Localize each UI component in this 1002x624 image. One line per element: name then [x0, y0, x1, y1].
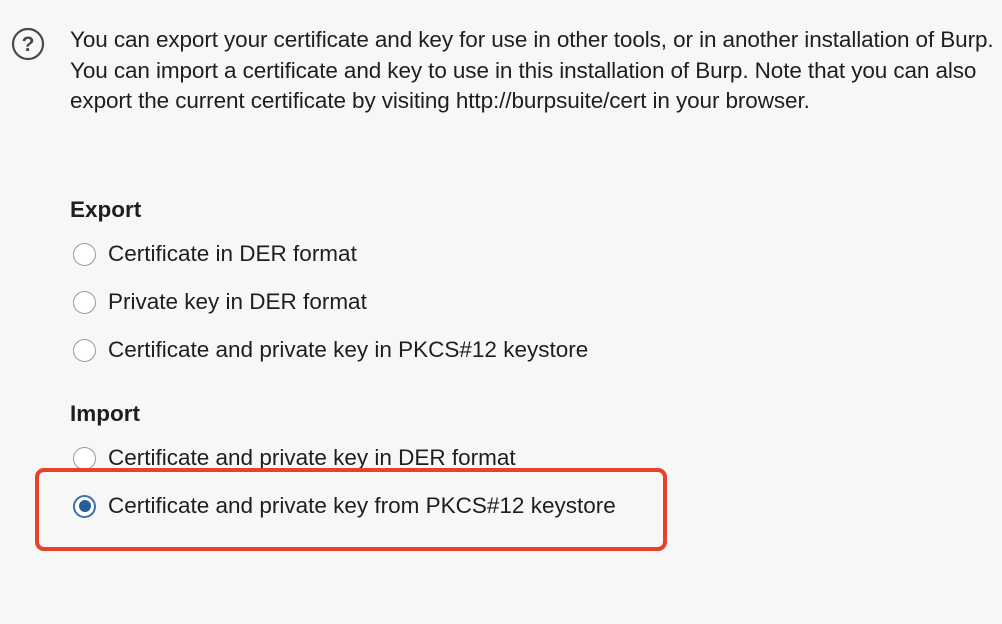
radio-label: Certificate and private key in PKCS#12 k…: [108, 337, 589, 362]
export-option-key-der[interactable]: Private key in DER format: [73, 287, 367, 317]
export-section-title: Export: [70, 197, 142, 222]
radio-button-selected[interactable]: [73, 494, 96, 518]
radio-button[interactable]: [73, 290, 96, 314]
radio-label: Certificate and private key in DER forma…: [108, 445, 516, 470]
import-option-der[interactable]: Certificate and private key in DER forma…: [73, 443, 516, 473]
radio-button[interactable]: [73, 446, 96, 470]
import-option-pkcs12[interactable]: Certificate and private key from PKCS#12…: [73, 491, 616, 521]
import-section-title: Import: [70, 401, 140, 426]
description-text: You can export your certificate and key …: [70, 27, 994, 113]
export-option-cert-der[interactable]: Certificate in DER format: [73, 239, 357, 269]
export-option-pkcs12[interactable]: Certificate and private key in PKCS#12 k…: [73, 335, 588, 365]
radio-label: Certificate and private key from PKCS#12…: [108, 493, 616, 518]
certificate-export-import-page: ? You can export your certificate and ke…: [0, 0, 1002, 624]
svg-text:?: ?: [22, 33, 35, 56]
help-icon[interactable]: ?: [11, 27, 45, 61]
radio-label: Private key in DER format: [108, 289, 367, 314]
radio-label: Certificate in DER format: [108, 241, 357, 266]
radio-button[interactable]: [73, 338, 96, 362]
radio-button[interactable]: [73, 242, 96, 266]
